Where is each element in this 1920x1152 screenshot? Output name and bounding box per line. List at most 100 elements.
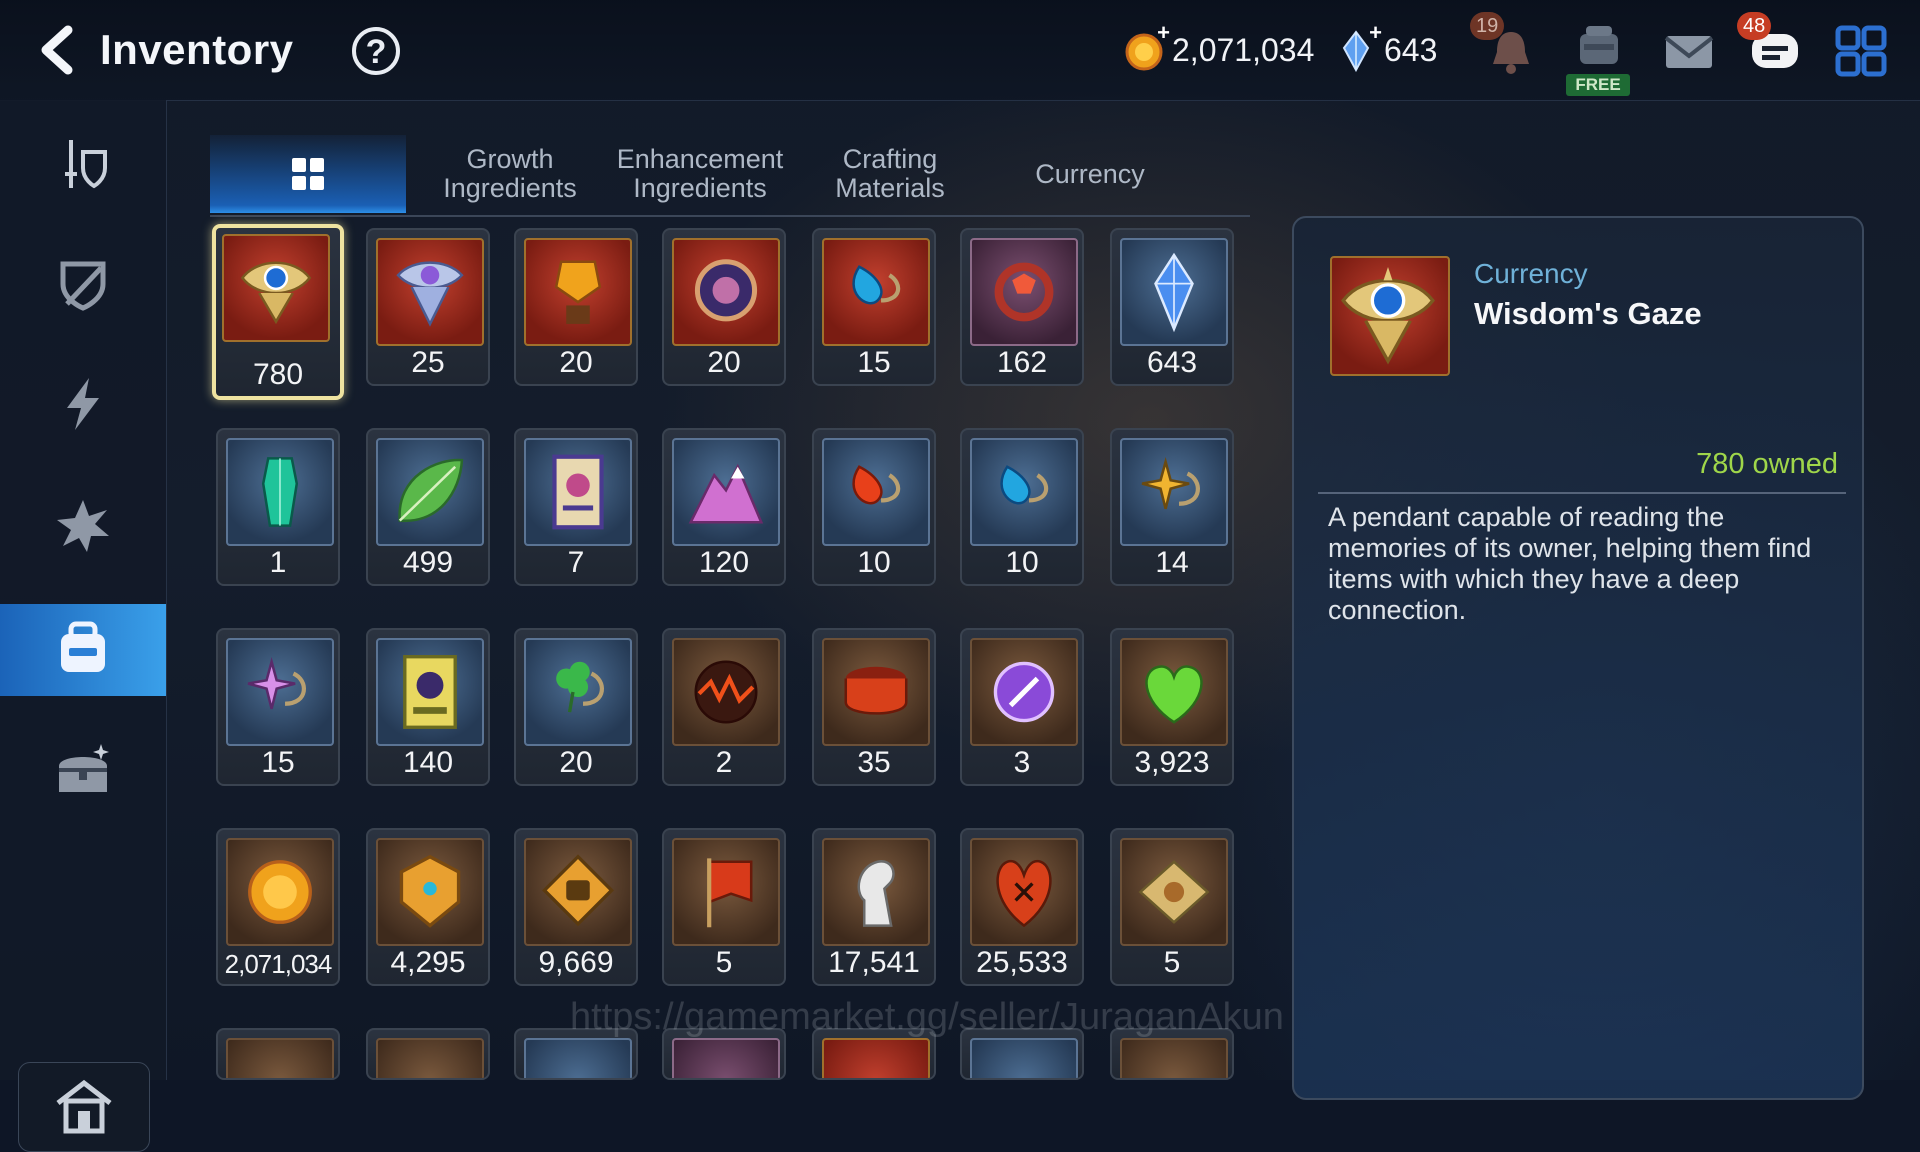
scroll-card-icon (552, 454, 604, 530)
item-frame (970, 438, 1078, 546)
inventory-slot[interactable]: 7 (514, 428, 638, 586)
inventory-slot[interactable]: 10 (960, 428, 1084, 586)
purple-seal-icon (993, 661, 1055, 723)
item-quantity: 25,533 (976, 946, 1068, 979)
item-quantity: 162 (996, 346, 1048, 379)
inventory-slot[interactable]: 20 (662, 228, 786, 386)
item-quantity: 10 (1005, 546, 1039, 579)
item-frame (822, 238, 930, 346)
tab-crafting-materials[interactable]: Crafting Materials (800, 135, 980, 213)
item-frame (970, 838, 1078, 946)
inventory-slot-partial[interactable] (366, 1028, 490, 1080)
inventory-slot-partial[interactable] (216, 1028, 340, 1080)
inventory-slot[interactable]: 14 (1110, 428, 1234, 586)
lobby-button[interactable] (18, 1062, 150, 1152)
bell-badge: 19 (1470, 12, 1505, 40)
eye-pendant-icon (396, 261, 464, 327)
fist-badge-icon (542, 854, 614, 927)
sidebar-item-equipment[interactable] (0, 118, 166, 210)
inventory-slot[interactable]: 25 (366, 228, 490, 386)
gold-coin-icon (248, 860, 312, 924)
item-quantity: 15 (857, 346, 891, 379)
tab-all[interactable] (210, 135, 406, 213)
red-leaf-crest-icon (996, 859, 1052, 928)
inventory-slot[interactable]: 162 (960, 228, 1084, 386)
skystone-icon: + (1334, 20, 1382, 73)
item-frame (226, 438, 334, 546)
lightning-icon (67, 378, 99, 430)
inventory-slot[interactable]: 5 (1110, 828, 1234, 986)
inventory-slot[interactable]: 643 (1110, 228, 1234, 386)
item-quantity: 25 (411, 346, 445, 379)
summon-card-icon (403, 655, 457, 729)
tab-growth-ingredients[interactable]: Growth Ingredients (420, 135, 600, 213)
sidebar-item-inventory[interactable] (0, 604, 166, 696)
item-frame (376, 838, 484, 946)
menu-grid-icon[interactable] (1832, 22, 1890, 80)
sword-shield-icon (65, 140, 107, 189)
sidebar (0, 100, 167, 1152)
inventory-slot[interactable]: 499 (366, 428, 490, 586)
mail-icon[interactable] (1660, 22, 1718, 80)
inventory-slot[interactable]: 140 (366, 628, 490, 786)
item-quantity: 20 (559, 346, 593, 379)
item-quantity: 17,541 (828, 946, 920, 979)
item-frame (376, 238, 484, 346)
item-frame (226, 1038, 334, 1078)
help-button[interactable]: ? (352, 27, 400, 75)
inventory-slot[interactable]: 20 (514, 228, 638, 386)
item-frame (524, 1038, 632, 1078)
inventory-slot[interactable]: 20 (514, 628, 638, 786)
inventory-slot[interactable]: 780 (212, 224, 344, 400)
inventory-slot[interactable]: 15 (216, 628, 340, 786)
inventory-slot[interactable]: 10 (812, 428, 936, 586)
inventory-slot[interactable]: 17,541 (812, 828, 936, 986)
skystone-crystal-icon (1154, 252, 1194, 333)
water-charm-icon (1000, 465, 1049, 505)
tab-currency[interactable]: Currency (1000, 135, 1180, 213)
inventory-slot[interactable]: 2 (662, 628, 786, 786)
item-frame (822, 438, 930, 546)
item-frame (970, 638, 1078, 746)
inventory-slot[interactable]: 35 (812, 628, 936, 786)
item-quantity: 780 (252, 358, 304, 391)
gem-amount: 643 (1384, 31, 1438, 68)
inventory-slot[interactable]: 9,669 (514, 828, 638, 986)
inventory-slot[interactable]: 15 (812, 228, 936, 386)
star-charm-icon (1141, 456, 1200, 510)
sidebar-item-chests[interactable] (0, 726, 166, 818)
inventory-slot[interactable]: 1 (216, 428, 340, 586)
back-arrow-icon[interactable] (30, 22, 86, 78)
detail-item-icon (1330, 256, 1450, 376)
free-summon-icon[interactable] (1570, 20, 1628, 78)
flame-charm-icon (852, 465, 901, 505)
item-frame (822, 1038, 930, 1078)
sidebar-item-skills[interactable] (0, 358, 166, 450)
treasure-chest-icon (59, 744, 109, 792)
inventory-slot[interactable]: 4,295 (366, 828, 490, 986)
item-quantity: 1 (269, 546, 287, 579)
round-shield-icon (694, 259, 758, 322)
green-heart-icon (1145, 665, 1203, 724)
inventory-slot[interactable]: 25,533 (960, 828, 1084, 986)
clover-charm-icon (556, 661, 604, 713)
tab-enhancement-ingredients[interactable]: Enhancement Ingredients (610, 135, 790, 213)
inventory-slot[interactable]: 120 (662, 428, 786, 586)
gem-counter[interactable]: + 643 (1334, 20, 1438, 73)
inventory-slot[interactable]: 2,071,034 (216, 828, 340, 986)
sidebar-item-catalysts[interactable] (0, 480, 166, 572)
item-frame (222, 234, 330, 342)
item-frame (1120, 238, 1228, 346)
home-icon (56, 1079, 112, 1134)
item-quantity: 4,295 (390, 946, 466, 979)
sidebar-item-artifacts[interactable] (0, 238, 166, 330)
item-quantity: 15 (261, 746, 295, 779)
inventory-slot[interactable]: 3 (960, 628, 1084, 786)
item-quantity: 3,923 (1134, 746, 1210, 779)
inventory-slot[interactable]: 3,923 (1110, 628, 1234, 786)
lava-orb-icon (694, 660, 758, 724)
inventory-slot[interactable]: 5 (662, 828, 786, 986)
red-band-icon (844, 666, 908, 715)
gold-counter[interactable]: + 2,071,034 (1122, 20, 1314, 72)
item-frame (376, 438, 484, 546)
